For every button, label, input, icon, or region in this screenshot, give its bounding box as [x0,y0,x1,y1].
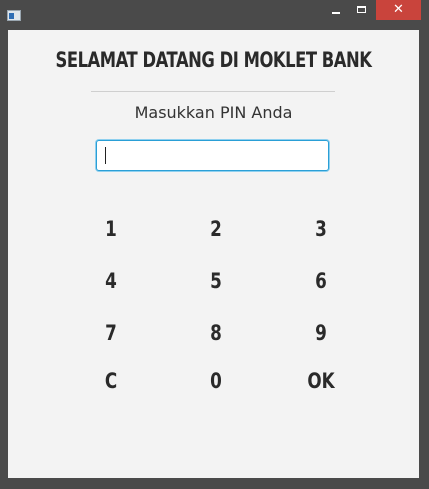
close-icon: ✕ [393,2,404,17]
minimize-icon [332,12,340,14]
app-window: ✕ SELAMAT DATANG DI MOKLET BANK Masukkan… [0,0,429,489]
title-divider [91,91,335,92]
main-panel: SELAMAT DATANG DI MOKLET BANK Masukkan P… [8,30,419,478]
keypad-button-2[interactable]: 2 [192,212,240,246]
keypad-button-7[interactable]: 7 [87,316,135,350]
close-button[interactable]: ✕ [376,0,421,20]
app-icon [7,10,21,21]
keypad-button-9[interactable]: 9 [297,316,345,350]
keypad-button-1[interactable]: 1 [87,212,135,246]
keypad-button-clear[interactable]: C [87,364,135,398]
page-title: SELAMAT DATANG DI MOKLET BANK [55,48,372,72]
text-cursor [105,147,106,164]
keypad-button-6[interactable]: 6 [297,264,345,298]
pin-prompt-label: Masukkan PIN Anda [134,103,293,122]
keypad-button-4[interactable]: 4 [87,264,135,298]
maximize-button[interactable] [349,0,374,20]
keypad-button-3[interactable]: 3 [297,212,345,246]
keypad-button-5[interactable]: 5 [192,264,240,298]
keypad-button-0[interactable]: 0 [192,364,240,398]
title-bar[interactable]: ✕ [0,0,429,30]
maximize-icon [357,6,366,13]
pin-input[interactable] [96,140,329,171]
keypad-button-ok[interactable]: OK [297,364,345,398]
minimize-button[interactable] [323,0,348,20]
keypad-button-8[interactable]: 8 [192,316,240,350]
